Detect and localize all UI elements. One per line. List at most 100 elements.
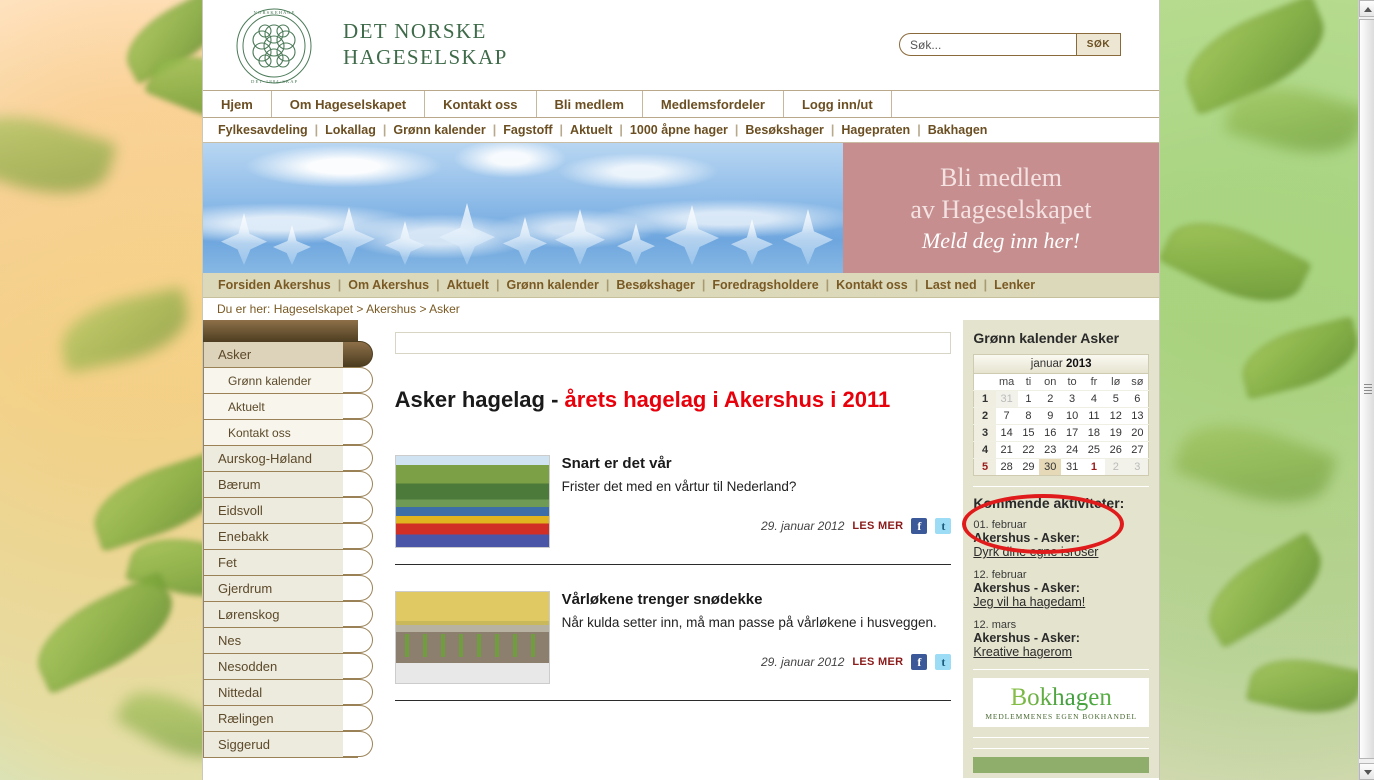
calendar-day[interactable]: 21: [995, 441, 1018, 459]
facebook-icon[interactable]: f: [911, 517, 928, 534]
article-item[interactable]: Vårløkene trenger snødekke Når kulda set…: [394, 565, 952, 701]
calendar-day[interactable]: 6: [1126, 390, 1149, 408]
calendar-day[interactable]: 20: [1126, 424, 1149, 442]
calendar-day[interactable]: 31: [995, 390, 1018, 408]
sidebar-item-gjerdrum[interactable]: Gjerdrum: [203, 575, 373, 602]
sidebar-item-nes[interactable]: Nes: [203, 627, 373, 654]
localnav-aktuelt[interactable]: Aktuelt: [440, 278, 496, 292]
read-more-link[interactable]: LES MER: [852, 520, 903, 532]
localnav-foredragsholdere[interactable]: Foredragsholdere: [705, 278, 825, 292]
nav-item-hjem[interactable]: Hjem: [203, 91, 272, 117]
subnav-gronn-kalender[interactable]: Grønn kalender: [386, 123, 492, 137]
article-heading[interactable]: Vårløkene trenger snødekke: [562, 591, 952, 608]
localnav-last-ned[interactable]: Last ned: [918, 278, 983, 292]
calendar-day[interactable]: 4: [1083, 390, 1105, 408]
nav-item-bli-medlem[interactable]: Bli medlem: [537, 91, 643, 117]
twitter-icon[interactable]: t: [935, 517, 952, 534]
sidebar-item-eidsvoll[interactable]: Eidsvoll: [203, 497, 373, 524]
activity-link[interactable]: Dyrk dine egne isroser: [973, 545, 1149, 559]
calendar-day[interactable]: 9: [1039, 407, 1062, 425]
calendar-day[interactable]: 8: [1017, 407, 1040, 425]
sidebar-item-nesodden[interactable]: Nesodden: [203, 653, 373, 680]
calendar-day[interactable]: 26: [1104, 441, 1127, 459]
calendar-day[interactable]: 19: [1104, 424, 1127, 442]
sidebar-item-lorenskog[interactable]: Lørenskog: [203, 601, 373, 628]
calendar-day[interactable]: 13: [1126, 407, 1149, 425]
article-thumbnail[interactable]: [394, 590, 550, 684]
article-heading[interactable]: Snart er det vår: [562, 455, 952, 472]
vertical-scrollbar[interactable]: [1358, 0, 1374, 780]
calendar-day[interactable]: 2: [1039, 390, 1062, 408]
subnav-aktuelt[interactable]: Aktuelt: [563, 123, 619, 137]
nav-item-om-hageselskapet[interactable]: Om Hageselskapet: [272, 91, 426, 117]
calendar-day[interactable]: 22: [1017, 441, 1040, 459]
sidebar-item-fet[interactable]: Fet: [203, 549, 373, 576]
calendar-day[interactable]: 14: [995, 424, 1018, 442]
article-item[interactable]: Snart er det vår Frister det med en vårt…: [394, 429, 952, 565]
calendar-day[interactable]: 3: [1061, 390, 1084, 408]
scroll-up-arrow-icon[interactable]: [1359, 0, 1374, 17]
subnav-hagepraten[interactable]: Hagepraten: [834, 123, 917, 137]
calendar-day[interactable]: 27: [1126, 441, 1149, 459]
calendar-day[interactable]: 28: [995, 458, 1018, 476]
banner-become-member[interactable]: Bli medlem av Hageselskapet Meld deg inn…: [843, 143, 1159, 273]
bokhagen-banner[interactable]: Bokhagen MEDLEMMENES EGEN BOKHANDEL: [973, 678, 1149, 727]
search-input[interactable]: [899, 33, 1077, 56]
calendar-day[interactable]: 31: [1061, 458, 1084, 476]
calendar-day[interactable]: 1: [1083, 458, 1105, 476]
calendar-day[interactable]: 11: [1083, 407, 1105, 425]
localnav-om-akershus[interactable]: Om Akershus: [341, 278, 436, 292]
localnav-gronn-kalender[interactable]: Grønn kalender: [499, 278, 605, 292]
calendar-day[interactable]: 16: [1039, 424, 1062, 442]
subnav-lokallag[interactable]: Lokallag: [318, 123, 383, 137]
calendar-day[interactable]: 1: [1017, 390, 1040, 408]
nav-item-kontakt-oss[interactable]: Kontakt oss: [425, 91, 537, 117]
article-thumbnail[interactable]: [394, 454, 550, 548]
nav-item-logg-inn-ut[interactable]: Logg inn/ut: [784, 91, 892, 117]
calendar-day[interactable]: 18: [1083, 424, 1105, 442]
scroll-down-arrow-icon[interactable]: [1359, 763, 1374, 780]
subnav-besokshager[interactable]: Besøkshager: [738, 123, 831, 137]
sidebar-item-nittedal[interactable]: Nittedal: [203, 679, 373, 706]
calendar-day[interactable]: 15: [1017, 424, 1040, 442]
sidebar-item-raelingen[interactable]: Rælingen: [203, 705, 373, 732]
sidebar-item-baerum[interactable]: Bærum: [203, 471, 373, 498]
sidebar-item-gronn-kalender[interactable]: Grønn kalender: [203, 367, 373, 394]
read-more-link[interactable]: LES MER: [852, 656, 903, 668]
nav-item-medlemsfordeler[interactable]: Medlemsfordeler: [643, 91, 784, 117]
calendar-day[interactable]: 2: [1104, 458, 1127, 476]
calendar-day[interactable]: 10: [1061, 407, 1084, 425]
subnav-bakhagen[interactable]: Bakhagen: [921, 123, 995, 137]
localnav-forsiden-akershus[interactable]: Forsiden Akershus: [211, 278, 338, 292]
facebook-icon[interactable]: f: [911, 653, 928, 670]
calendar-day[interactable]: 5: [1104, 390, 1127, 408]
calendar-day[interactable]: 17: [1061, 424, 1084, 442]
calendar-day[interactable]: 3: [1126, 458, 1149, 476]
calendar-day[interactable]: 25: [1083, 441, 1105, 459]
activity-link[interactable]: Kreative hagerom: [973, 645, 1149, 659]
sidebar-item-aktuelt[interactable]: Aktuelt: [203, 393, 373, 420]
sidebar-item-siggerud[interactable]: Siggerud: [203, 731, 373, 758]
twitter-icon[interactable]: t: [935, 653, 952, 670]
subnav-fylkesavdeling[interactable]: Fylkesavdeling: [211, 123, 315, 137]
calendar-day[interactable]: 12: [1104, 407, 1127, 425]
localnav-lenker[interactable]: Lenker: [987, 278, 1042, 292]
localnav-kontakt-oss[interactable]: Kontakt oss: [829, 278, 915, 292]
calendar-day[interactable]: 7: [995, 407, 1018, 425]
calendar-day-today[interactable]: 30: [1039, 458, 1062, 476]
subnav-1000-apne-hager[interactable]: 1000 åpne hager: [623, 123, 735, 137]
calendar-day[interactable]: 29: [1017, 458, 1040, 476]
sidebar-item-kontakt-oss[interactable]: Kontakt oss: [203, 419, 373, 446]
green-calendar[interactable]: januar 2013 ma ti on to fr lø sø 1 31 1 …: [973, 354, 1149, 476]
sidebar-item-enebakk[interactable]: Enebakk: [203, 523, 373, 550]
calendar-day[interactable]: 23: [1039, 441, 1062, 459]
hageselskapet-logo-icon[interactable]: N O R S K E H A G E D E T · 1 8 8 4 · S …: [227, 6, 321, 86]
calendar-day[interactable]: 24: [1061, 441, 1084, 459]
activity-link[interactable]: Jeg vil ha hagedam!: [973, 595, 1149, 609]
scrollbar-thumb[interactable]: [1359, 19, 1374, 759]
subnav-fagstoff[interactable]: Fagstoff: [496, 123, 559, 137]
localnav-besokshager[interactable]: Besøkshager: [609, 278, 702, 292]
sidebar-item-asker[interactable]: Asker: [203, 341, 373, 368]
sidebar-item-aurskog-holand[interactable]: Aurskog-Høland: [203, 445, 373, 472]
search-button[interactable]: SØK: [1077, 33, 1121, 56]
